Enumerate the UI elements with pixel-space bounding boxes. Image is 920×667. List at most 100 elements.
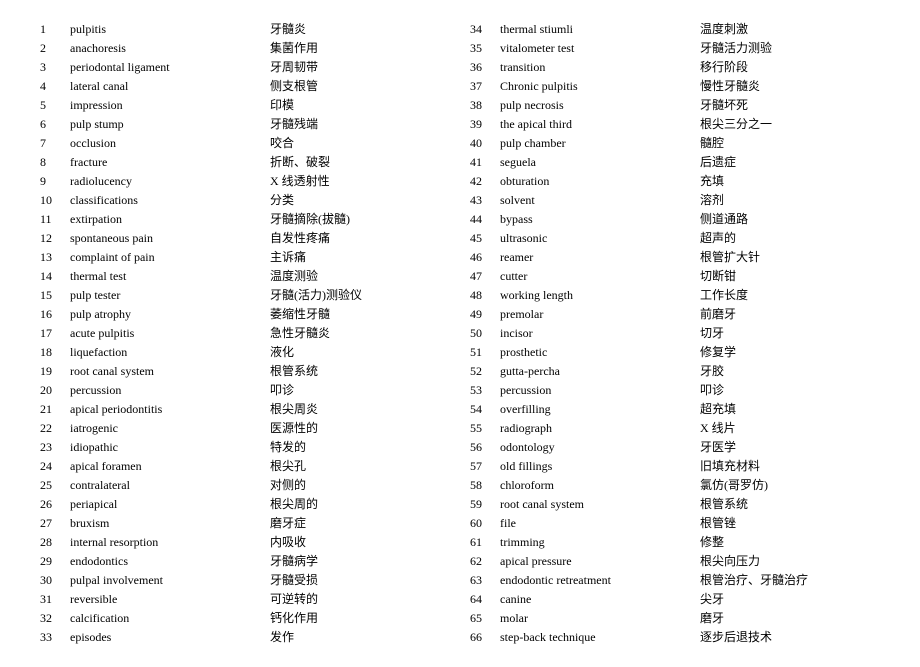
chinese-term: 切断钳 [700,267,880,286]
row-number: 3 [40,58,70,77]
vocab-row: 66step-back technique逐步后退技术 [470,628,880,647]
chinese-term: 修整 [700,533,880,552]
row-number: 52 [470,362,500,381]
chinese-term: 自发性疼痛 [270,229,450,248]
row-number: 8 [40,153,70,172]
english-term: impression [70,96,270,115]
vocab-row: 9radiolucencyX 线透射性 [40,172,450,191]
vocab-row: 27bruxism磨牙症 [40,514,450,533]
english-term: acute pulpitis [70,324,270,343]
chinese-term: 根管扩大针 [700,248,880,267]
row-number: 57 [470,457,500,476]
chinese-term: 萎缩性牙髓 [270,305,450,324]
vocab-row: 8fracture折断、破裂 [40,153,450,172]
chinese-term: 前磨牙 [700,305,880,324]
english-term: periapical [70,495,270,514]
chinese-term: 溶剂 [700,191,880,210]
row-number: 49 [470,305,500,324]
chinese-term: 根管系统 [270,362,450,381]
row-number: 16 [40,305,70,324]
row-number: 32 [40,609,70,628]
vocab-row: 43solvent溶剂 [470,191,880,210]
english-term: root canal system [500,495,700,514]
chinese-term: 根管治疗、牙髓治疗 [700,571,880,590]
chinese-term: 根管锉 [700,514,880,533]
english-term: working length [500,286,700,305]
chinese-term: 牙髓坏死 [700,96,880,115]
vocab-row: 40pulp chamber髓腔 [470,134,880,153]
chinese-term: 牙周韧带 [270,58,450,77]
row-number: 27 [40,514,70,533]
chinese-term: 钙化作用 [270,609,450,628]
chinese-term: 根尖周的 [270,495,450,514]
vocab-row: 57old fillings旧填充材料 [470,457,880,476]
vocab-row: 32calcification钙化作用 [40,609,450,628]
vocab-row: 61trimming修整 [470,533,880,552]
english-term: endodontic retreatment [500,571,700,590]
row-number: 44 [470,210,500,229]
row-number: 64 [470,590,500,609]
vocab-row: 56odontology牙医学 [470,438,880,457]
chinese-term: 液化 [270,343,450,362]
row-number: 45 [470,229,500,248]
chinese-term: 后遗症 [700,153,880,172]
chinese-term: 对侧的 [270,476,450,495]
english-term: premolar [500,305,700,324]
chinese-term: 根管系统 [700,495,880,514]
vocab-row: 44bypass侧道通路 [470,210,880,229]
chinese-term: 牙髓摘除(拔髓) [270,210,450,229]
row-number: 10 [40,191,70,210]
chinese-term: 牙髓炎 [270,20,450,39]
chinese-term: 牙医学 [700,438,880,457]
english-term: Chronic pulpitis [500,77,700,96]
chinese-term: X 线片 [700,419,880,438]
vocab-row: 5impression印模 [40,96,450,115]
english-term: internal resorption [70,533,270,552]
chinese-term: 牙髓残端 [270,115,450,134]
chinese-term: 逐步后退技术 [700,628,880,647]
english-term: incisor [500,324,700,343]
chinese-term: 充填 [700,172,880,191]
english-term: radiograph [500,419,700,438]
right-column: 34thermal stiumli温度刺激35vitalometer test牙… [470,20,880,647]
vocab-row: 41seguela后遗症 [470,153,880,172]
english-term: file [500,514,700,533]
row-number: 17 [40,324,70,343]
english-term: solvent [500,191,700,210]
english-term: liquefaction [70,343,270,362]
vocab-row: 48working length工作长度 [470,286,880,305]
row-number: 15 [40,286,70,305]
english-term: vitalometer test [500,39,700,58]
row-number: 6 [40,115,70,134]
chinese-term: 移行阶段 [700,58,880,77]
row-number: 5 [40,96,70,115]
english-term: odontology [500,438,700,457]
chinese-term: 牙髓受损 [270,571,450,590]
english-term: percussion [70,381,270,400]
vocab-row: 11extirpation牙髓摘除(拔髓) [40,210,450,229]
chinese-term: 修复学 [700,343,880,362]
row-number: 39 [470,115,500,134]
english-term: molar [500,609,700,628]
english-term: chloroform [500,476,700,495]
row-number: 28 [40,533,70,552]
row-number: 35 [470,39,500,58]
chinese-term: 牙胶 [700,362,880,381]
english-term: apical periodontitis [70,400,270,419]
vocab-row: 55radiographX 线片 [470,419,880,438]
vocab-row: 49premolar前磨牙 [470,305,880,324]
english-term: cutter [500,267,700,286]
vocab-row: 29endodontics牙髓病学 [40,552,450,571]
chinese-term: 牙髓病学 [270,552,450,571]
row-number: 31 [40,590,70,609]
chinese-term: 牙髓活力测验 [700,39,880,58]
chinese-term: 可逆转的 [270,590,450,609]
english-term: pulp atrophy [70,305,270,324]
row-number: 21 [40,400,70,419]
vocab-row: 15pulp tester牙髓(活力)测验仪 [40,286,450,305]
row-number: 40 [470,134,500,153]
chinese-term: 根尖向压力 [700,552,880,571]
vocab-row: 54overfilling超充填 [470,400,880,419]
row-number: 65 [470,609,500,628]
row-number: 37 [470,77,500,96]
